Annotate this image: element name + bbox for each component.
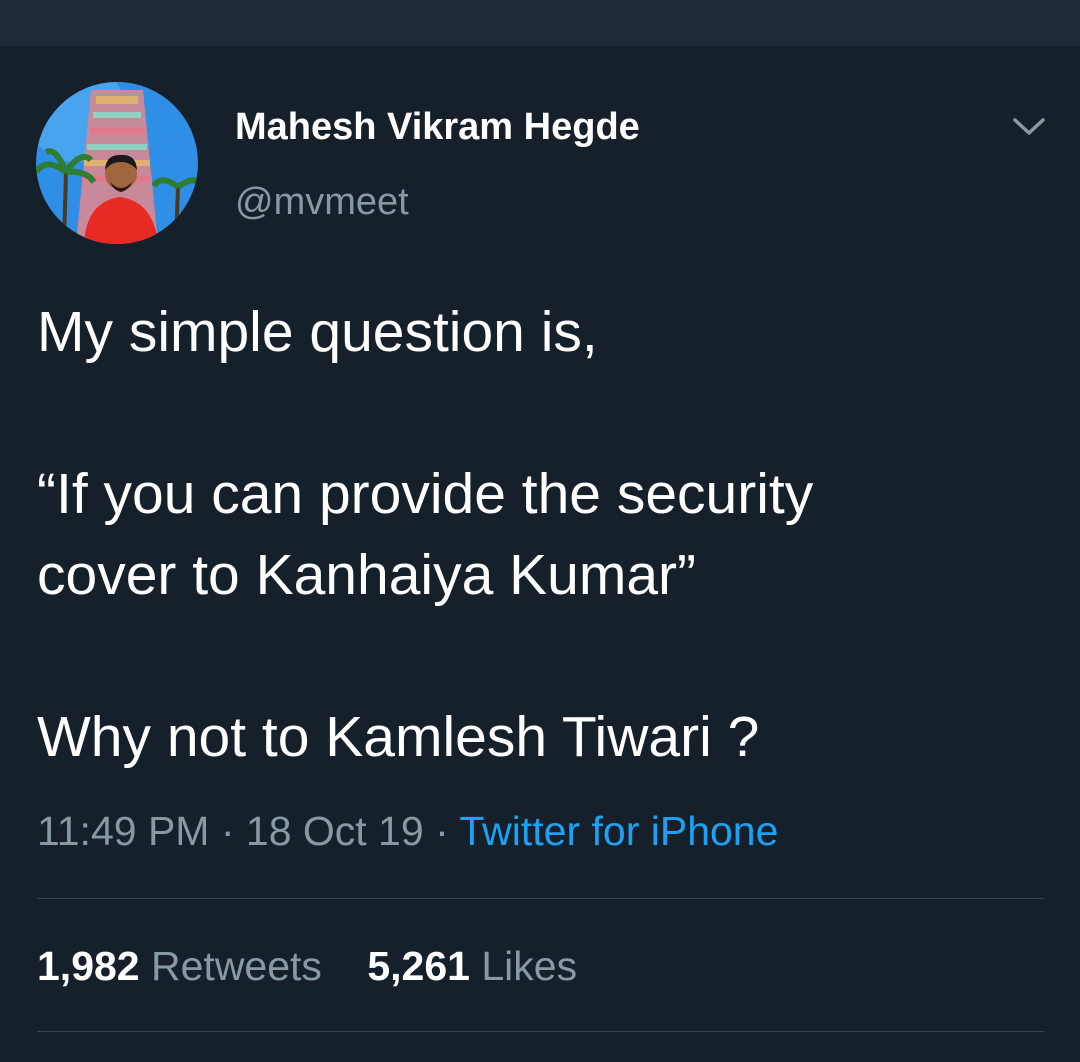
likes-label: Likes	[481, 943, 578, 989]
tweet-time: 11:49 PM	[37, 808, 210, 854]
tweet-stats: 1,982 Retweets 5,261 Likes	[37, 943, 577, 990]
meta-separator: ·	[209, 808, 246, 854]
tweet-meta: 11:49 PM · 18 Oct 19 · Twitter for iPhon…	[37, 808, 778, 855]
tweet-text: My simple question is, “If you can provi…	[37, 292, 1047, 778]
divider	[37, 898, 1044, 899]
user-handle[interactable]: @mvmeet	[235, 181, 409, 224]
likes-stat[interactable]: 5,261 Likes	[367, 943, 577, 990]
likes-count: 5,261	[367, 943, 470, 989]
chevron-down-icon[interactable]	[1012, 116, 1046, 138]
avatar[interactable]	[36, 82, 198, 244]
divider	[37, 1031, 1044, 1032]
retweets-count: 1,982	[37, 943, 140, 989]
profile-photo	[36, 82, 198, 244]
tweet-line: My simple question is,	[37, 300, 598, 364]
meta-separator: ·	[423, 808, 460, 854]
tweet-date: 18 Oct 19	[245, 808, 424, 854]
tweet-line: “If you can provide the security	[37, 462, 814, 526]
display-name[interactable]: Mahesh Vikram Hegde	[235, 106, 640, 149]
retweets-label: Retweets	[151, 943, 322, 989]
top-bar	[0, 0, 1080, 46]
tweet-line: cover to Kanhaiya Kumar”	[37, 543, 696, 607]
retweets-stat[interactable]: 1,982 Retweets	[37, 943, 322, 990]
tweet-source-link[interactable]: Twitter for iPhone	[459, 808, 778, 854]
tweet-line: Why not to Kamlesh Tiwari ?	[37, 705, 760, 769]
